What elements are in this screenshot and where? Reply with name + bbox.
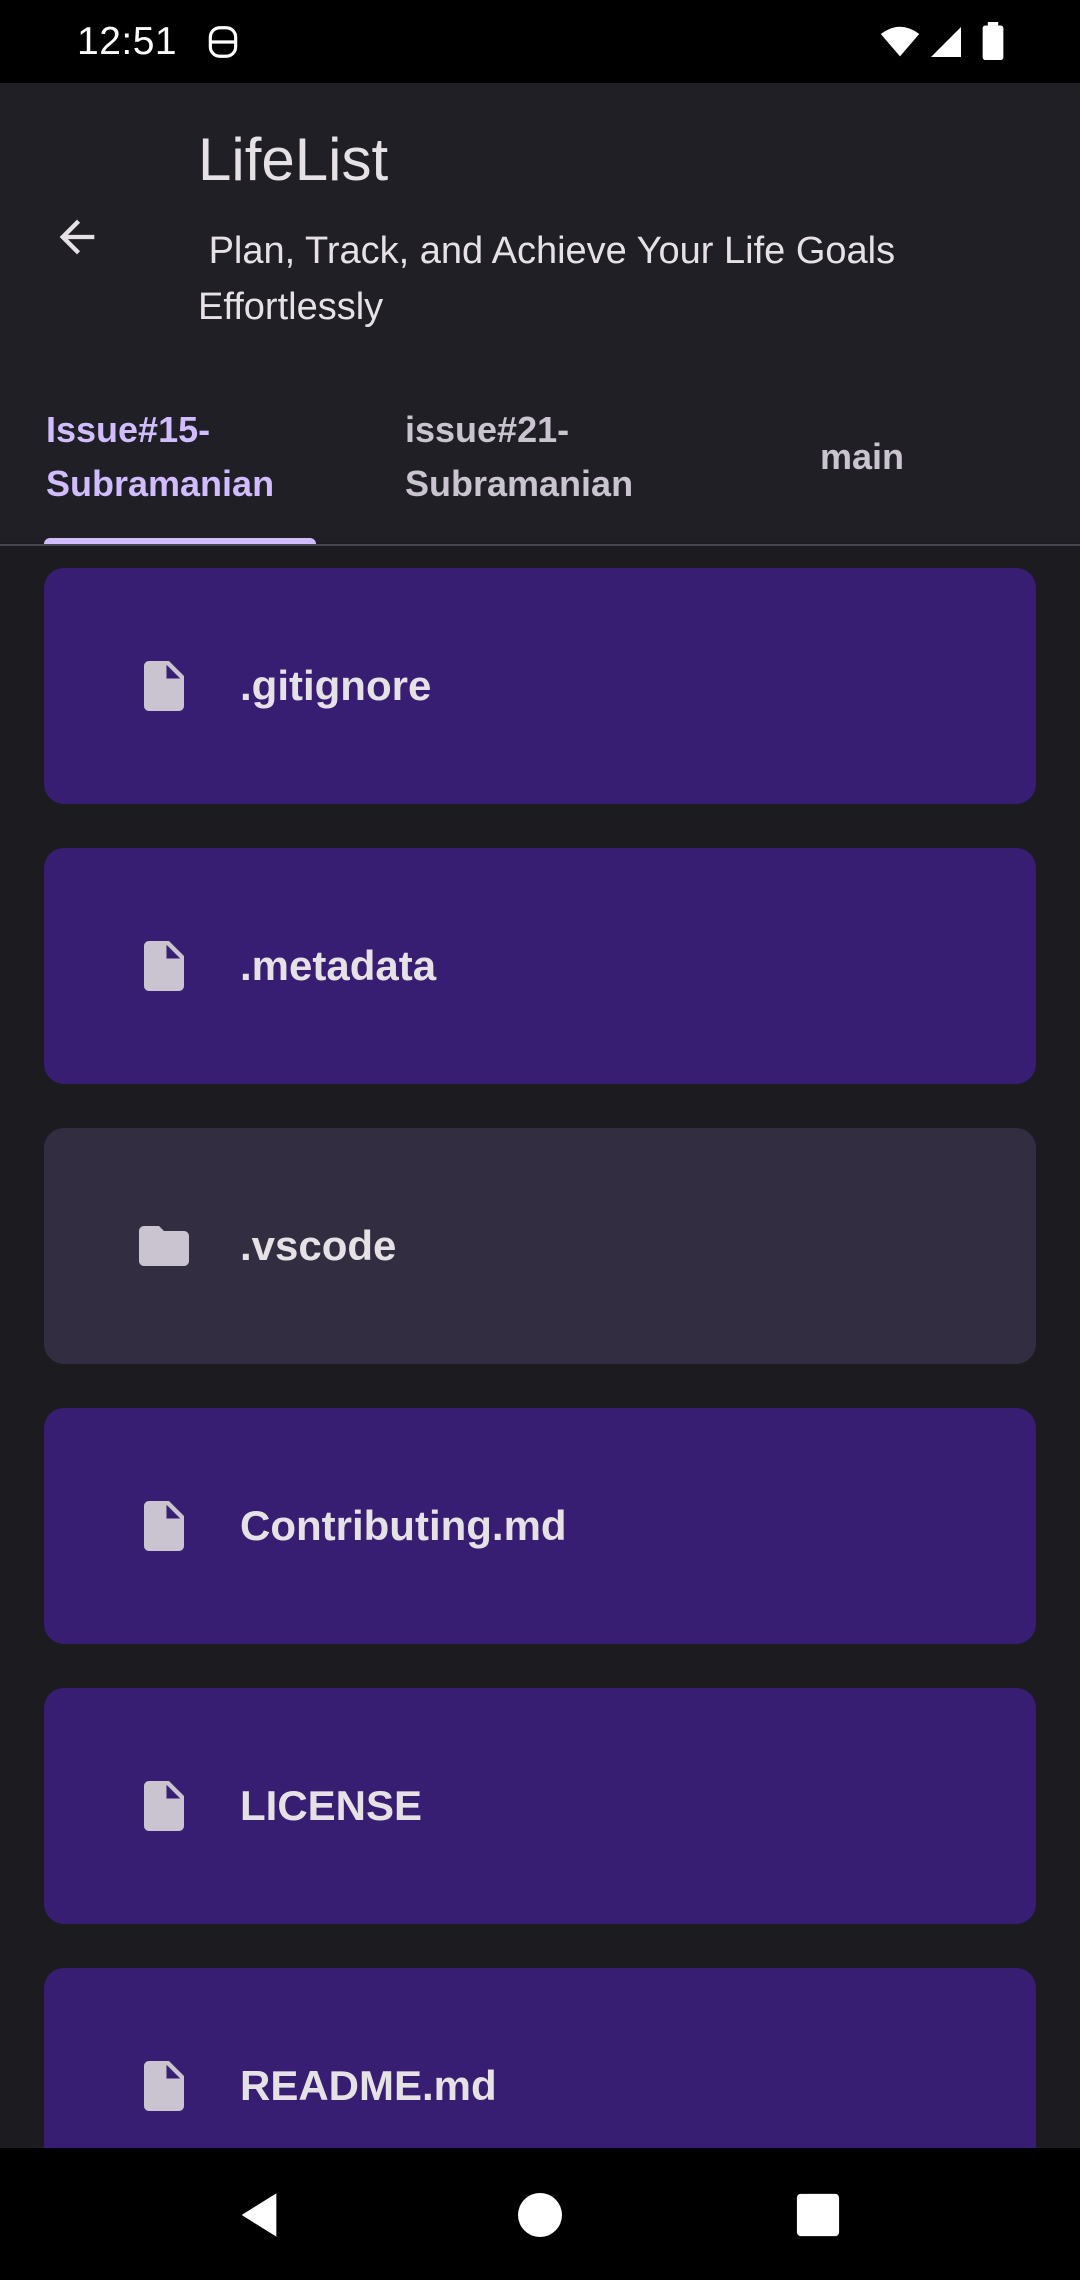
branch-tabs: Issue#15- Subramanian issue#21- Subraman… [0,373,1080,543]
nav-home-button[interactable] [505,2180,575,2250]
file-name: Contributing.md [240,1502,567,1549]
file-item[interactable]: Contributing.md [44,1408,1036,1644]
back-triangle-icon [241,2193,277,2237]
page-title: LifeList [198,126,389,193]
system-nav-bar [0,2148,1080,2280]
folder-name: .vscode [240,1222,397,1269]
file-name: .gitignore [240,662,432,709]
back-button[interactable] [38,198,116,276]
battery-icon [982,22,1004,60]
tab-label: Issue#15- Subramanian [46,409,275,504]
nav-back-button[interactable] [224,2180,294,2250]
file-item[interactable]: .gitignore [44,568,1036,804]
wifi-icon [880,26,920,57]
status-time: 12:51 [77,20,178,63]
file-list: .gitignore .metadata .vscode Contributin… [0,546,1080,2148]
tab-label: issue#21- Subramanian [405,409,634,504]
file-name: .metadata [240,942,437,989]
app-notification-icon [208,26,238,58]
nav-recents-button[interactable] [783,2180,853,2250]
file-name: README.md [240,2062,497,2109]
signal-icon [931,27,961,57]
tab-issue-15[interactable]: Issue#15- Subramanian [46,373,316,541]
folder-icon [139,1226,189,1266]
folder-item[interactable]: .vscode [44,1128,1036,1364]
file-icon [144,941,184,991]
file-item[interactable]: LICENSE [44,1688,1036,1924]
tab-issue-21[interactable]: issue#21- Subramanian [405,373,705,541]
arrow-back-icon [59,219,95,255]
file-item[interactable]: README.md [44,1968,1036,2148]
file-name: LICENSE [240,1782,423,1829]
home-circle-icon [518,2193,562,2237]
file-icon [144,2061,184,2111]
status-bar: 12:51 [0,0,1080,83]
file-icon [144,1781,184,1831]
app-bar: LifeList Plan, Track, and Achieve Your L… [0,83,1080,543]
page-subtitle: Plan, Track, and Achieve Your Life Goals… [198,230,896,328]
file-icon [144,1501,184,1551]
file-icon [144,661,184,711]
tab-main[interactable]: main [820,373,980,541]
recents-square-icon [796,2193,840,2237]
file-item[interactable]: .metadata [44,848,1036,1084]
tab-label: main [820,436,905,477]
